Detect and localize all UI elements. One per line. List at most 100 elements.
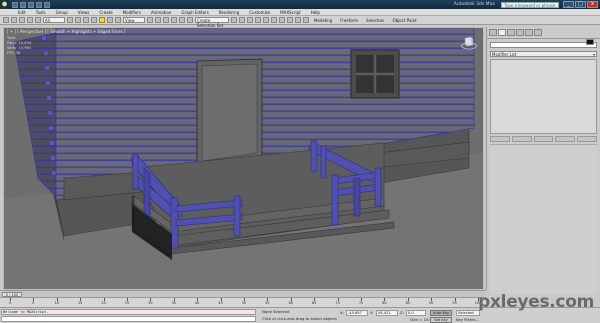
display-tab-icon[interactable] <box>525 29 533 36</box>
save-file-icon[interactable] <box>28 1 34 8</box>
angle-snap-icon[interactable] <box>171 17 177 23</box>
modifier-list-dropdown[interactable]: Modifier List ▾ <box>490 51 597 57</box>
configure-sets-button[interactable] <box>577 136 597 142</box>
menu-maxscript[interactable]: MAXScript <box>280 10 301 15</box>
bind-space-warp-icon[interactable] <box>35 17 41 23</box>
menu-modifiers[interactable]: Modifiers <box>123 10 141 15</box>
track-tick-label: 25 <box>124 301 130 305</box>
render-production-icon[interactable] <box>303 17 309 23</box>
undo-icon[interactable] <box>36 1 42 8</box>
reference-coordinate-dropdown[interactable]: View <box>123 17 145 23</box>
maximize-button[interactable]: □ <box>575 1 586 8</box>
window-title: Autodesk 3ds Max <box>453 2 495 7</box>
pivot-center-icon[interactable] <box>147 17 153 23</box>
object-name-field[interactable] <box>490 42 597 48</box>
render-frame-icon[interactable] <box>295 17 301 23</box>
search-input[interactable]: Type a keyword or phrase <box>501 1 559 8</box>
title-bar: ⬢ Autodesk 3ds Max Type a keyword or phr… <box>0 0 600 9</box>
graphite-ribbon-icon[interactable] <box>255 17 261 23</box>
track-tick-label: 70 <box>335 301 340 305</box>
main-toolbar: All View Create Selection Set Modeling F… <box>0 16 600 28</box>
manipulate-icon[interactable] <box>155 17 161 23</box>
stats-fps: FPS: 38 <box>7 51 21 55</box>
app-logo-icon[interactable]: ⬢ <box>0 0 9 9</box>
window-crossing-icon[interactable] <box>91 17 97 23</box>
track-tick-label: 95 <box>452 301 457 305</box>
menu-help[interactable]: Help <box>311 10 320 15</box>
menu-edit[interactable]: Edit <box>18 10 26 15</box>
menu-customize[interactable]: Customize <box>249 10 270 15</box>
create-tab-icon[interactable] <box>489 29 497 36</box>
viewport-label[interactable]: [ + ] [ Perspective ] [ Smooth + Highlig… <box>7 29 125 34</box>
window-controls: _ □ x <box>563 1 598 8</box>
x-coordinate-field[interactable]: -45.897 <box>346 310 368 316</box>
perspective-viewport[interactable]: [ + ] [ Perspective ] [ Smooth + Highlig… <box>3 27 484 290</box>
curve-editor-icon[interactable] <box>263 17 269 23</box>
snap-toggle-icon[interactable] <box>163 17 169 23</box>
time-slider[interactable]: 0 / 100 <box>0 290 486 297</box>
select-by-name-icon[interactable] <box>75 17 81 23</box>
select-and-rotate-icon[interactable] <box>107 17 113 23</box>
minimize-button[interactable]: _ <box>563 1 574 8</box>
track-bar[interactable]: 0 5 10 15 20 25 30 35 40 45 50 55 60 65 70 75 80 85 90 95 10… <box>0 297 486 307</box>
track-tick-label: 85 <box>405 301 410 305</box>
track-tick-label: 35 <box>171 301 176 305</box>
ribbon-tab-object-paint[interactable]: Object Paint <box>392 18 416 23</box>
close-button[interactable]: x <box>587 1 598 8</box>
z-coordinate-field[interactable]: 0.0 <box>406 310 426 316</box>
link-icon[interactable] <box>19 17 25 23</box>
material-editor-icon[interactable] <box>279 17 285 23</box>
object-color-swatch[interactable] <box>586 39 594 45</box>
maxscript-listener-mini[interactable]: Welcome to MAXScript. <box>1 309 256 315</box>
modifier-stack[interactable] <box>490 59 597 134</box>
layer-manager-icon[interactable] <box>247 17 253 23</box>
parameters-rollout <box>490 144 597 294</box>
align-icon[interactable] <box>239 17 245 23</box>
mirror-icon[interactable] <box>231 17 237 23</box>
hierarchy-tab-icon[interactable] <box>507 29 515 36</box>
y-coordinate-field[interactable]: 58.421 <box>376 310 398 316</box>
spinner-snap-icon[interactable] <box>187 17 193 23</box>
menu-graph-editors[interactable]: Graph Editors <box>181 10 208 15</box>
key-filters-button[interactable]: Key Filters... <box>456 317 479 322</box>
track-tick-label: 65 <box>312 301 317 305</box>
maxscript-input[interactable] <box>1 316 256 322</box>
unlink-icon[interactable] <box>27 17 33 23</box>
ribbon-tab-selection[interactable]: Selection <box>366 18 384 23</box>
motion-tab-icon[interactable] <box>516 29 524 36</box>
menu-views[interactable]: Views <box>78 10 90 15</box>
y-label: Y: <box>370 310 374 315</box>
select-and-move-icon[interactable] <box>99 17 105 23</box>
undo-icon[interactable] <box>3 17 9 23</box>
percent-snap-icon[interactable] <box>179 17 185 23</box>
make-unique-button[interactable] <box>533 136 554 142</box>
open-file-icon[interactable] <box>20 1 26 8</box>
key-mode-dropdown[interactable]: Selected <box>456 310 480 316</box>
utilities-tab-icon[interactable] <box>534 29 542 36</box>
menu-tools[interactable]: Tools <box>36 10 46 15</box>
track-tick-label: 20 <box>101 301 106 305</box>
select-object-icon[interactable] <box>67 17 73 23</box>
ribbon-tab-freeform[interactable]: Freeform <box>340 18 358 23</box>
set-key-button[interactable]: Set Key <box>430 317 452 323</box>
redo-icon[interactable] <box>11 17 17 23</box>
new-file-icon[interactable] <box>12 1 18 8</box>
menu-animation[interactable]: Animation <box>151 10 171 15</box>
selection-filter-dropdown[interactable]: All <box>43 17 65 23</box>
schematic-view-icon[interactable] <box>271 17 277 23</box>
select-and-scale-icon[interactable] <box>115 17 121 23</box>
ribbon-tab-modeling[interactable]: Modeling <box>314 18 332 23</box>
redo-icon[interactable] <box>44 1 50 8</box>
menu-group[interactable]: Group <box>56 10 68 15</box>
rectangular-selection-icon[interactable] <box>83 17 89 23</box>
named-selection-sets[interactable]: Create Selection Set <box>195 17 229 28</box>
menu-rendering[interactable]: Rendering <box>219 10 239 15</box>
viewcube-icon[interactable] <box>461 34 477 50</box>
render-setup-icon[interactable] <box>287 17 293 23</box>
auto-key-button[interactable]: Auto Key <box>430 310 452 316</box>
show-end-result-button[interactable] <box>511 136 532 142</box>
menu-create[interactable]: Create <box>99 10 112 15</box>
pin-stack-button[interactable] <box>490 136 510 142</box>
remove-modifier-button[interactable] <box>555 136 576 142</box>
modify-tab-icon[interactable] <box>498 29 506 36</box>
